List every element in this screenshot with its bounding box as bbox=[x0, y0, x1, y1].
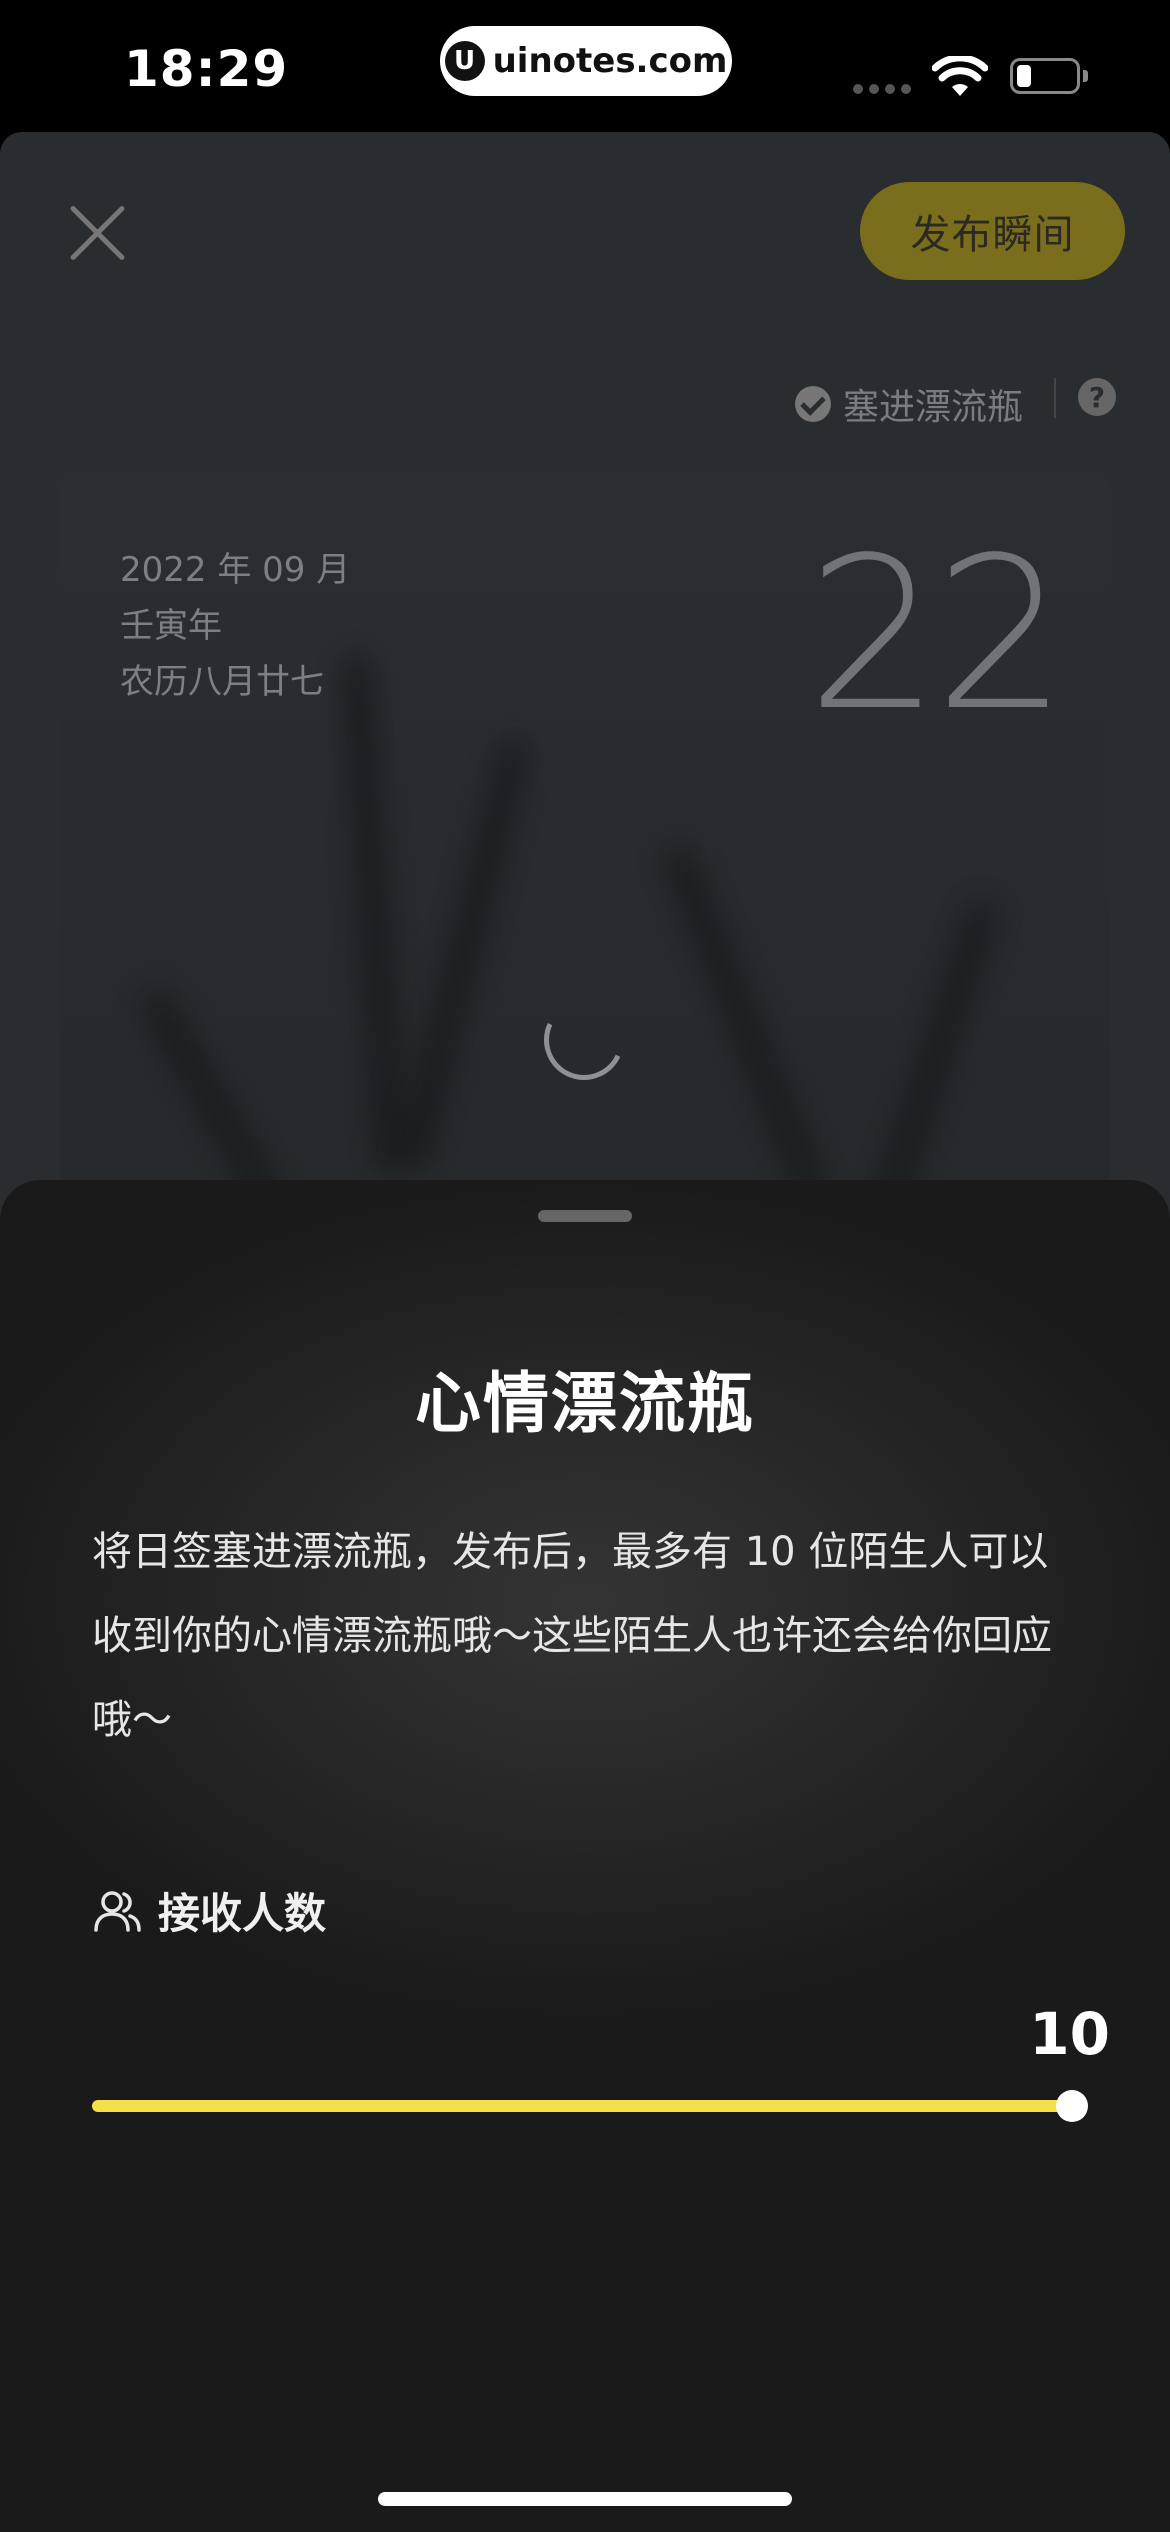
sheet-title: 心情漂流瓶 bbox=[415, 1365, 755, 1442]
card-decoration bbox=[397, 735, 531, 1169]
drift-bottle-toggle[interactable]: 塞进漂流瓶 bbox=[795, 378, 1023, 430]
card-decoration bbox=[868, 895, 1000, 1229]
drift-bottle-sheet: 心情漂流瓶 将日签塞进漂流瓶，发布后，最多有 10 位陌生人可以收到你的心情漂流… bbox=[0, 1180, 1170, 2532]
divider bbox=[1054, 378, 1056, 418]
slider-fill bbox=[92, 2100, 1072, 2112]
loading-spinner-icon bbox=[532, 988, 636, 1092]
check-circle-icon bbox=[795, 386, 831, 422]
people-icon bbox=[94, 1890, 141, 1932]
battery-tip bbox=[1083, 70, 1088, 82]
sheet-grabber[interactable] bbox=[538, 1210, 632, 1222]
card-date-info: 2022 年 09 月 壬寅年 农历八月廿七 bbox=[120, 542, 350, 710]
url-text: uinotes.com bbox=[492, 41, 728, 81]
help-icon[interactable]: ? bbox=[1078, 378, 1116, 416]
recipients-label: 接收人数 bbox=[158, 1889, 327, 1938]
url-pill[interactable]: U uinotes.com bbox=[440, 26, 732, 96]
card-decoration bbox=[659, 840, 829, 1204]
status-time: 18:29 bbox=[124, 40, 289, 98]
card-ganzhi-year: 壬寅年 bbox=[120, 606, 222, 646]
screen: 18:29 U uinotes.com 发布瞬间 塞进漂流瓶 ? 2022 年 … bbox=[0, 0, 1170, 2532]
close-icon[interactable] bbox=[66, 202, 128, 264]
slider-thumb[interactable] bbox=[1056, 2090, 1088, 2122]
recipients-count: 10 bbox=[1029, 2000, 1110, 2068]
sheet-description: 将日签塞进漂流瓶，发布后，最多有 10 位陌生人可以收到你的心情漂流瓶哦～这些陌… bbox=[92, 1529, 1052, 1743]
recipients-slider[interactable] bbox=[92, 2090, 1088, 2122]
card-date: 2022 年 09 月 bbox=[120, 550, 351, 590]
recipients-header: 接收人数 bbox=[92, 1880, 326, 1941]
publish-button[interactable]: 发布瞬间 bbox=[860, 182, 1125, 280]
status-bar: 18:29 U uinotes.com bbox=[0, 0, 1170, 130]
card-day-number: 22 bbox=[806, 512, 1068, 757]
battery-icon bbox=[1010, 58, 1080, 94]
cellular-signal-icon bbox=[853, 84, 911, 94]
wifi-icon bbox=[932, 56, 988, 96]
home-indicator bbox=[378, 2492, 792, 2506]
drift-bottle-label: 塞进漂流瓶 bbox=[843, 387, 1024, 428]
site-logo-icon: U bbox=[444, 41, 485, 81]
card-lunar-date: 农历八月廿七 bbox=[120, 662, 324, 702]
card-decoration bbox=[341, 651, 407, 1173]
